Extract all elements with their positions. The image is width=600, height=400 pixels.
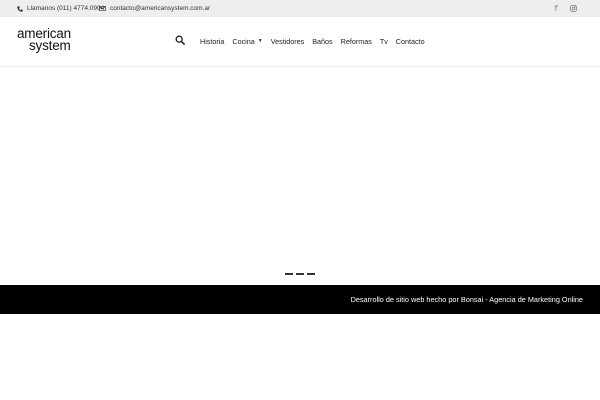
- phone-contact[interactable]: Llamanos (011) 4774.0904: [17, 0, 104, 17]
- slider-pagination: [285, 273, 318, 275]
- nav-label: Tv: [379, 36, 388, 46]
- nav-item-reformas[interactable]: Reformas: [341, 37, 372, 46]
- american-system-logo[interactable]: american system: [17, 27, 77, 57]
- top-bar: Llamanos (011) 4774.0904 contacto@americ…: [0, 0, 600, 17]
- instagram-icon: [569, 5, 577, 12]
- site-header: american system Historia Cocina ▼ Vestido…: [0, 17, 600, 67]
- nav-item-vestidores[interactable]: Vestidores: [271, 37, 305, 46]
- slider-dot[interactable]: [285, 273, 293, 275]
- instagram-link[interactable]: [566, 0, 580, 17]
- footer-credit-link[interactable]: Desarrollo de sitio web hecho por Bonsai…: [351, 285, 583, 314]
- nav-item-historia[interactable]: Historia: [200, 37, 224, 46]
- nav-label: Historia: [200, 36, 225, 46]
- footer-bar: Desarrollo de sitio web hecho por Bonsai…: [0, 285, 600, 314]
- nav-label: Reformas: [340, 36, 372, 46]
- nav-label: Vestidores: [270, 36, 305, 46]
- phone-icon: [17, 5, 23, 12]
- nav-item-cocina[interactable]: Cocina ▼: [232, 37, 262, 46]
- slider-dot[interactable]: [307, 273, 315, 275]
- hero-slider: [0, 68, 600, 285]
- logo-line-2: system: [29, 38, 71, 53]
- main-nav: Historia Cocina ▼ Vestidores Baños Reform…: [200, 34, 425, 48]
- caret-down-icon: ▼: [257, 38, 263, 44]
- nav-label: Baños: [312, 36, 333, 46]
- nav-label: Cocina: [232, 36, 255, 46]
- slider-dot[interactable]: [296, 273, 304, 275]
- email-text: contacto@americansystem.com.ar: [110, 5, 211, 12]
- phone-text: Llamanos (011) 4774.0904: [27, 5, 105, 12]
- nav-item-banos[interactable]: Baños: [312, 37, 332, 46]
- envelope-icon: [99, 6, 106, 11]
- facebook-icon: f: [554, 4, 558, 13]
- nav-label: Contacto: [395, 36, 425, 46]
- email-contact[interactable]: contacto@americansystem.com.ar: [99, 0, 210, 17]
- search-icon[interactable]: [175, 35, 185, 45]
- facebook-link[interactable]: f: [549, 0, 563, 17]
- nav-item-contacto[interactable]: Contacto: [396, 37, 425, 46]
- nav-item-tv[interactable]: Tv: [380, 37, 388, 46]
